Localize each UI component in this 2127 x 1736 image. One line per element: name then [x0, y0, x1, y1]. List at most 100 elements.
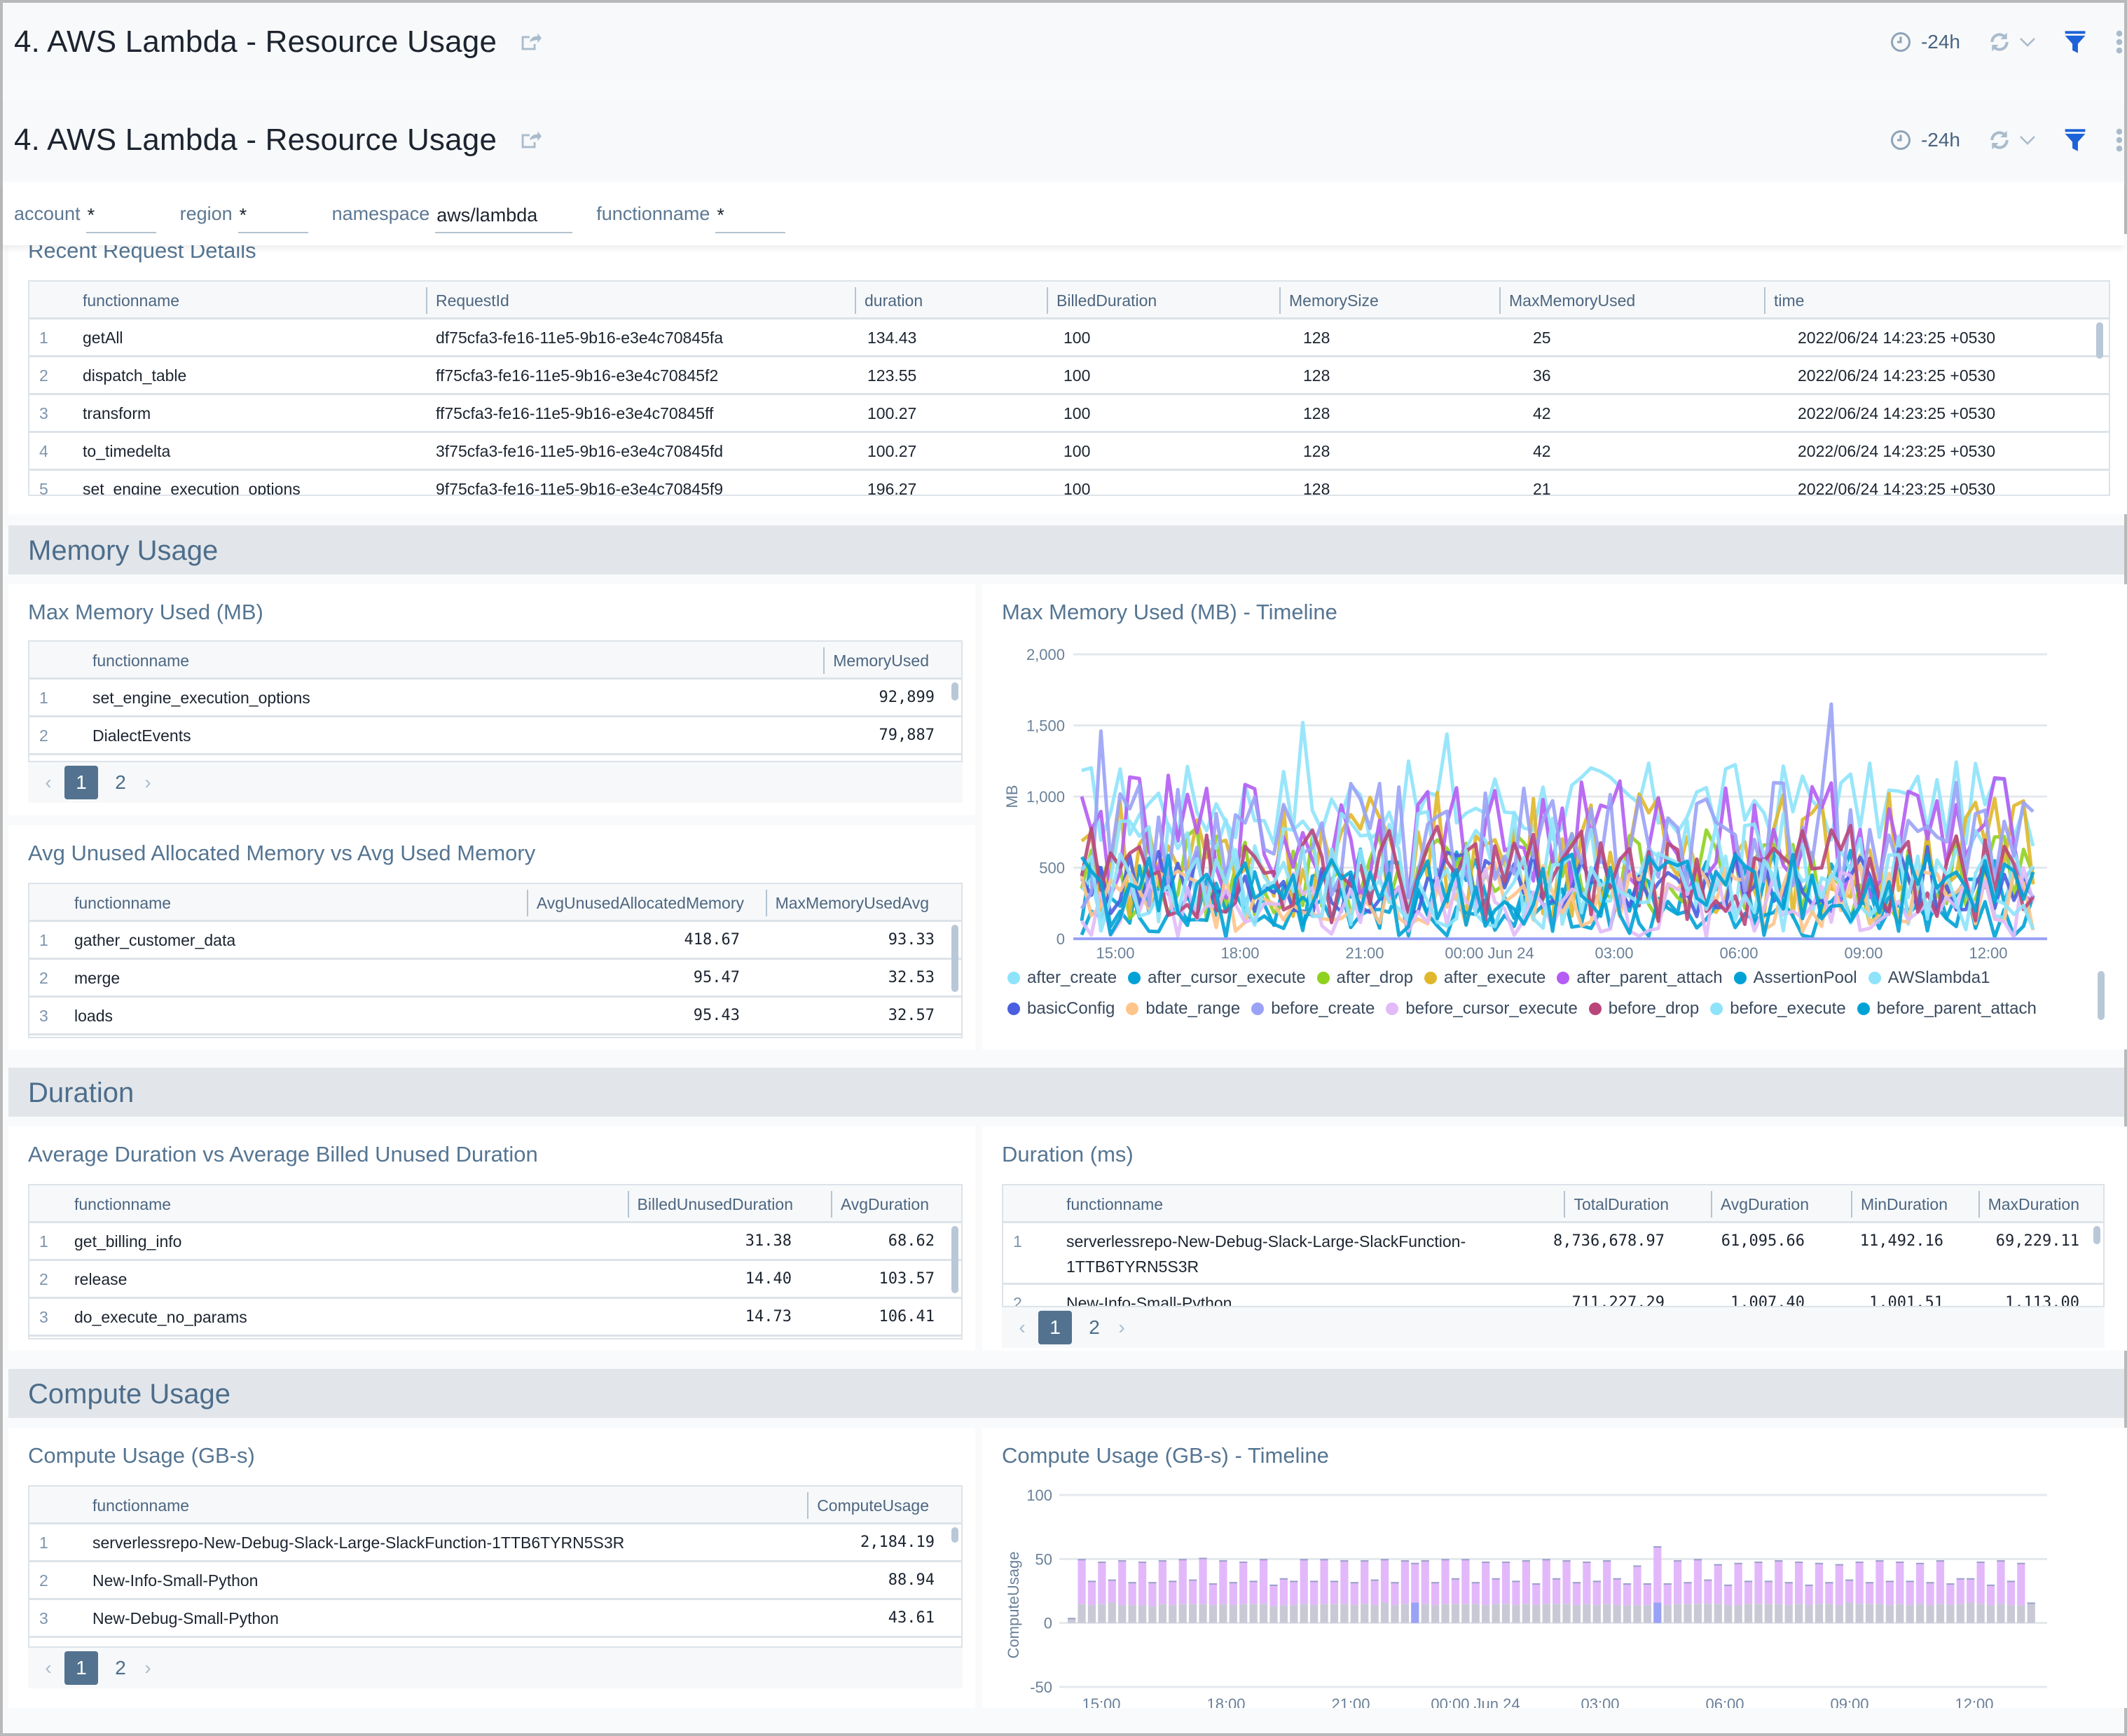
- bar-base[interactable]: [1603, 1604, 1611, 1623]
- bar-top[interactable]: [1431, 1582, 1440, 1606]
- bar-top[interactable]: [1623, 1583, 1632, 1606]
- bar-base[interactable]: [1653, 1602, 1662, 1623]
- bar-base[interactable]: [1623, 1605, 1632, 1623]
- bar-top[interactable]: [1815, 1562, 1824, 1604]
- bar-top[interactable]: [1653, 1546, 1662, 1603]
- bar-top[interactable]: [1279, 1578, 1288, 1606]
- bar-top[interactable]: [1330, 1580, 1339, 1604]
- bar-top[interactable]: [1239, 1561, 1248, 1604]
- bar-top[interactable]: [1350, 1582, 1358, 1606]
- bar-top[interactable]: [1805, 1584, 1813, 1606]
- bar-base[interactable]: [2027, 1602, 2035, 1623]
- bar-base[interactable]: [1684, 1604, 1692, 1623]
- bar-top[interactable]: [1169, 1580, 1177, 1606]
- bar-base[interactable]: [1815, 1604, 1824, 1623]
- time-range[interactable]: -24h: [1921, 31, 1960, 53]
- legend-item[interactable]: AWSlambda1: [1868, 963, 1990, 993]
- pager-next-button[interactable]: ›: [1111, 1316, 1132, 1339]
- bar-base[interactable]: [1744, 1604, 1753, 1623]
- bar-base[interactable]: [1845, 1602, 1854, 1623]
- bar-base[interactable]: [1795, 1604, 1803, 1623]
- bar-base[interactable]: [1189, 1604, 1197, 1623]
- bar-base[interactable]: [1169, 1605, 1177, 1623]
- legend-item[interactable]: basicConfig: [1007, 993, 1115, 1024]
- bar-base[interactable]: [1290, 1605, 1298, 1623]
- bar-base[interactable]: [2006, 1605, 2015, 1623]
- bar-base[interactable]: [1522, 1604, 1530, 1623]
- bar-top[interactable]: [1643, 1583, 1651, 1606]
- bar-top[interactable]: [1986, 1584, 1995, 1606]
- bar-top[interactable]: [1471, 1582, 1480, 1604]
- table-row[interactable]: 3 transform ff75cfa3-fe16-11e5-9b16-e3e4c7…: [29, 395, 2109, 433]
- bar-top[interactable]: [1633, 1565, 1641, 1606]
- legend-item[interactable]: after_parent_attach: [1557, 963, 1723, 993]
- col-memoryused[interactable]: MemoryUsed: [823, 642, 929, 680]
- bar-top[interactable]: [1896, 1561, 1904, 1604]
- bar-base[interactable]: [1400, 1604, 1409, 1623]
- pager-next-button[interactable]: ›: [137, 1657, 158, 1679]
- pager-prev-button[interactable]: ‹: [38, 1657, 59, 1679]
- bar-base[interactable]: [1118, 1605, 1127, 1623]
- bar-base[interactable]: [1279, 1605, 1288, 1623]
- bar-base[interactable]: [1098, 1604, 1106, 1623]
- legend-item[interactable]: before_drop: [1588, 993, 1699, 1024]
- filter-functionname-input[interactable]: *: [715, 205, 786, 233]
- bar-top[interactable]: [1946, 1583, 1955, 1606]
- bar-top[interactable]: [1845, 1579, 1854, 1603]
- bar-top[interactable]: [1441, 1559, 1450, 1604]
- legend-item[interactable]: before_parent_attach: [1857, 993, 2037, 1024]
- bar-base[interactable]: [1199, 1604, 1207, 1623]
- legend-scrollbar[interactable]: [2098, 971, 2105, 1020]
- col-avgduration[interactable]: AvgDuration: [830, 1185, 929, 1223]
- pager-next-button[interactable]: ›: [137, 771, 158, 794]
- bar-top[interactable]: [1674, 1560, 1682, 1604]
- bar-top[interactable]: [1916, 1562, 1925, 1604]
- bar-base[interactable]: [1613, 1605, 1621, 1623]
- bar-base[interactable]: [1411, 1602, 1419, 1623]
- bar-base[interactable]: [1704, 1604, 1712, 1623]
- filter-account[interactable]: account *: [14, 203, 156, 233]
- bar-base[interactable]: [1633, 1605, 1641, 1623]
- bar-top[interactable]: [1875, 1560, 1884, 1604]
- bar-top[interactable]: [1572, 1582, 1581, 1606]
- bar-base[interactable]: [1178, 1604, 1187, 1623]
- table-scrollbar[interactable]: [2093, 1226, 2100, 1244]
- bar-top[interactable]: [1320, 1559, 1328, 1604]
- bar-top[interactable]: [1967, 1578, 1975, 1603]
- time-range[interactable]: -24h: [1921, 129, 1960, 151]
- refresh-icon[interactable]: [1988, 129, 2011, 151]
- bar-top[interactable]: [1421, 1560, 1429, 1604]
- bar-base[interactable]: [1482, 1605, 1490, 1623]
- bar-base[interactable]: [1451, 1604, 1460, 1623]
- clock-icon[interactable]: [1890, 32, 1911, 53]
- table-row[interactable]: 4 to_timedelta 3f75cfa3-fe16-11e5-9b16-e3e…: [29, 433, 2109, 471]
- bar-base[interactable]: [1209, 1605, 1218, 1623]
- table-scrollbar[interactable]: [2096, 322, 2103, 359]
- bar-top[interactable]: [1734, 1562, 1742, 1606]
- bar-top[interactable]: [1553, 1578, 1561, 1604]
- col-functionname[interactable]: functionname: [1066, 1185, 1163, 1223]
- clock-icon[interactable]: [1890, 130, 1911, 151]
- bar-top[interactable]: [1855, 1561, 1864, 1604]
- col-functionname[interactable]: functionname: [74, 884, 171, 922]
- filter-namespace[interactable]: namespace aws/lambda: [332, 203, 573, 233]
- bar-base[interactable]: [1592, 1605, 1601, 1623]
- bar-base[interactable]: [1461, 1604, 1470, 1623]
- col-time[interactable]: time: [1763, 282, 1804, 319]
- bar-base[interactable]: [1916, 1604, 1925, 1623]
- bar-base[interactable]: [1239, 1604, 1248, 1623]
- bar-top[interactable]: [1290, 1580, 1298, 1606]
- col-maxmemoryused[interactable]: MaxMemoryUsed: [1499, 282, 1635, 319]
- bar-top[interactable]: [1613, 1578, 1621, 1606]
- bar-top[interactable]: [1663, 1583, 1672, 1606]
- bar-base[interactable]: [1380, 1602, 1389, 1623]
- bar-base[interactable]: [1663, 1605, 1672, 1623]
- bar-top[interactable]: [1118, 1560, 1127, 1606]
- table-row[interactable]: 3 loads 95.43 32.57: [29, 998, 961, 1035]
- bar-base[interactable]: [1967, 1602, 1975, 1623]
- share-icon[interactable]: [518, 30, 542, 54]
- bar-base[interactable]: [1350, 1605, 1358, 1623]
- table-row[interactable]: 4 set_engine_execution_options 41.68: [29, 1638, 961, 1646]
- bar-top[interactable]: [1744, 1580, 1753, 1604]
- bar-base[interactable]: [1229, 1605, 1237, 1623]
